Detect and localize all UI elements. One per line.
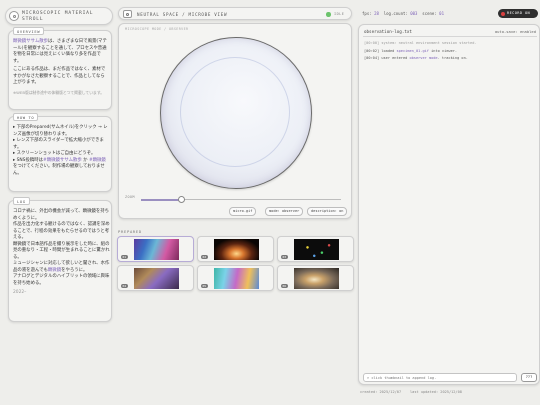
thumbnail-number: 06 [281,284,288,288]
console-lines: [00:00] system: neutral environment sess… [364,40,536,63]
footer-created: created: 2025/12/07 [360,390,402,394]
prepared-title: PREPARED [118,229,142,234]
record-dot-icon [501,11,505,16]
log-end: 2022– [13,290,27,295]
app-title: MICROSCOPIC MATERIAL STROLL [22,11,94,22]
overview-title: OVERVIEW [13,27,45,35]
zoom-slider-handle[interactable] [177,196,185,203]
view-label: NEUTRAL SPACE / MICROBE VIEW [137,11,228,17]
zoom-slider[interactable] [141,196,341,203]
console-input[interactable] [363,373,517,382]
thumbnail[interactable]: 06 [277,265,354,291]
thumbnail-image [134,268,179,289]
console-enter-button[interactable]: ??? [521,373,537,382]
log-item: 作品を出力化する観けるのではなく、認識を深めることで、行程の効果をもたらせるので… [13,222,110,240]
thumbnail[interactable]: 02 [197,236,274,262]
howto-title: HOW TO [13,113,39,121]
log-title: LOG [13,197,30,205]
howto-item-2: ▸ レンズ下部のスライダーで拡大縮小ができます。 [13,138,104,150]
console-filename: observation-log.txt [364,29,412,34]
status-text: IDLE [334,12,345,16]
console-line: [00:00] system: neutral environment sess… [364,41,477,45]
thumbnail-image [134,239,179,260]
app-logo-icon [9,11,19,21]
thumbnail-image [294,268,339,289]
stats-bar: fps: 28 log.count: 003 scene: 01 [362,11,444,16]
record-button[interactable]: RECORD ON [498,9,538,18]
howto-item-4: ▸ SNS投稿時は#顕微鏡ササム散歩 か #顕微鏡をつけてください。制作場の観察… [13,157,106,176]
thumbnail[interactable]: 01 [117,236,194,262]
overview-paragraph-2: ここにある作品は、まだ作品ではなく、素材ですかがなさた観察することで、作品として… [13,67,106,85]
thumbnail-number: 03 [281,255,288,259]
howto-item-1: ▸ 下部のPrepared(サムネイル)をクリック → レンズ画像が切り替わりま… [13,125,108,137]
log-panel: LOG コロナ禍に、外出の機会が減って、顕微鏡を持ちめくように。 作品を出力化す… [8,197,112,322]
log-item: ミュージシャンに対応して欲しいと聞され、水作品の液を遊んでも顕微鏡をやろうに。 [13,261,110,273]
overview-note: ※WEB版は制作途中の体験版とつて掲載しています。 [13,89,105,95]
footer-updated: last updated: 2025/12/08 [410,390,462,394]
app-title-panel: MICROSCOPIC MATERIAL STROLL [5,7,113,25]
thumbnail[interactable]: 05 [197,265,274,291]
thumbnail-image [294,239,339,260]
thumbnail[interactable]: 04 [117,265,194,291]
lens-mode-label: MICROSCOPE MODE / OBSERVER [125,27,189,31]
zoom-slider-fill [141,198,181,201]
lens-inner-ring [180,57,290,167]
thumbnail-image [214,239,259,260]
log-item: コロナ禍に、外出の機会が減って、顕微鏡を持ちめくように。 [13,209,110,221]
thumbnail-number: 02 [201,255,208,259]
lens-view[interactable] [160,37,312,189]
tag-mode[interactable]: mode: observer [265,207,304,216]
thumbnail-number: 04 [121,284,128,288]
console-line: [00:04] user entered observer mode. trac… [364,56,468,60]
zoom-label: ZOOM [125,195,135,199]
console-panel: observation-log.txt auto-save: enabled [… [358,24,540,385]
autosave-status: auto-save: enabled [494,29,536,34]
thumbnail-image [214,268,259,289]
console-line: [00:02] loaded specimen_01.gif into view… [364,48,458,53]
tag-description[interactable]: description: on [307,207,348,216]
settings-icon[interactable] [123,10,132,18]
thumbnail-number: 01 [121,255,128,259]
overview-paragraph-1: 顕微鏡ササム散歩は、さまざまな日で風景(マテール)を観察することを通して、プロセ… [13,39,107,64]
log-item: アナログとデジタルのハイブリットの領域に興味を持ち始める。 [13,274,110,286]
log-item: 顕微鏡で日本語作品を撮り展示をした時に、組の見の重なり・工程・時間が生まれること… [13,241,110,260]
overview-panel: OVERVIEW 顕微鏡ササム散歩は、さまざまな日で風景(マテール)を観察するこ… [8,27,112,110]
status-dot-icon [326,12,331,17]
view-topbar: NEUTRAL SPACE / MICROBE VIEW IDLE [118,7,352,20]
tag-gif[interactable]: micro.gif [229,207,257,216]
thumbnail[interactable]: 03 [277,236,354,262]
thumbnail-number: 05 [201,284,208,288]
howto-panel: HOW TO ▸ 下部のPrepared(サムネイル)をクリック → レンズ画像… [8,113,112,192]
lens-panel: MICROSCOPE MODE / OBSERVER ZOOM micro.gi… [118,23,352,219]
